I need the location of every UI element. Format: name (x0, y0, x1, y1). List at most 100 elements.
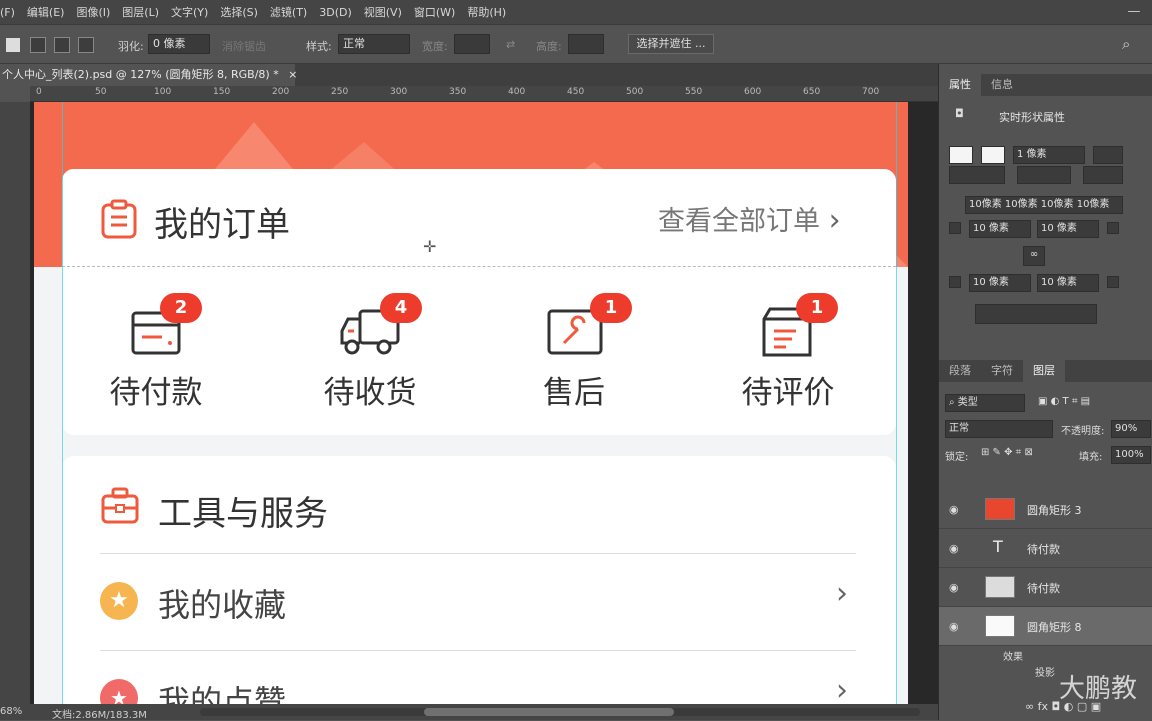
new-selection-icon[interactable] (6, 38, 20, 52)
radius-input-2[interactable]: 10 像素 (1037, 220, 1099, 238)
order-card: 我的订单 查看全部订单 › 2 4 1 1 待付款 待收货 售后 待评价 (62, 169, 896, 435)
layer-name[interactable]: 待付款 (1027, 580, 1060, 596)
radius-input-3[interactable]: 10 像素 (969, 274, 1031, 292)
corner-checkbox[interactable] (949, 222, 961, 234)
link-icon[interactable]: ∞ (1023, 246, 1045, 266)
style-select[interactable]: 正常 (338, 34, 410, 54)
menu-window[interactable]: 窗口(W) (408, 4, 461, 20)
document-tab[interactable]: 个人中心_列表(2).psd @ 127% (圆角矩形 8, RGB/8) * … (0, 64, 297, 86)
ruler-tick-label: 250 (331, 87, 349, 97)
menu-layer[interactable]: 图层(L) (116, 4, 165, 20)
intersect-selection-icon[interactable] (78, 37, 94, 53)
list-item-likes[interactable]: ★ 我的点赞 › (62, 651, 896, 704)
ruler-tick-label: 350 (449, 87, 467, 97)
menu-filter[interactable]: 滤镜(T) (264, 4, 313, 20)
corners-select[interactable] (1083, 166, 1123, 184)
menu-select[interactable]: 选择(S) (214, 4, 264, 20)
ruler-tick-label: 600 (744, 87, 762, 97)
swap-icon[interactable]: ⇄ (506, 38, 515, 51)
corner-checkbox[interactable] (1107, 222, 1119, 234)
layer-row[interactable]: ◉ 待付款 (939, 568, 1152, 607)
tab-info[interactable]: 信息 (981, 74, 1023, 96)
top-ruler: 0 50 100 150 200 250 300 350 400 450 500 550 600 650 7… (30, 86, 938, 102)
stroke-style-select[interactable] (1093, 146, 1123, 164)
scrollbar-thumb[interactable] (424, 708, 674, 716)
like-icon: ★ (100, 679, 138, 704)
layer-name[interactable]: 待付款 (1027, 541, 1060, 557)
filter-icons[interactable]: ▣ ◐ T ⌗ ▤ (1035, 394, 1147, 412)
eye-icon[interactable]: ◉ (949, 620, 959, 633)
fill-input[interactable]: 100% (1111, 446, 1151, 464)
caps-select[interactable] (1017, 166, 1071, 184)
path-ops-buttons[interactable] (975, 304, 1097, 324)
minimize-icon[interactable]: — (1116, 0, 1152, 24)
tab-paragraph[interactable]: 段落 (939, 360, 981, 382)
tab-layers[interactable]: 图层 (1023, 360, 1065, 382)
view-all-orders-link[interactable]: 查看全部订单 › (658, 199, 841, 238)
select-and-mask-button[interactable]: 选择并遮住 ... (628, 34, 714, 54)
close-icon[interactable]: × (288, 68, 297, 81)
corner-checkbox[interactable] (1107, 276, 1119, 288)
eye-icon[interactable]: ◉ (949, 503, 959, 516)
feather-input[interactable]: 0 像素 (148, 34, 210, 54)
fill-color-swatch[interactable] (949, 146, 973, 164)
menu-3d[interactable]: 3D(D) (313, 6, 358, 19)
artboard[interactable]: 我的订单 查看全部订单 › 2 4 1 1 待付款 待收货 售后 待评价 工具与… (34, 102, 908, 704)
blend-mode-select[interactable]: 正常 (945, 420, 1053, 438)
opacity-input[interactable]: 90% (1111, 420, 1151, 438)
layer-actions-icons[interactable]: ∞ fx ◘ ◐ ▢ ▣ (1025, 700, 1101, 713)
layers-tabs: 段落 字符 图层 (939, 360, 1152, 382)
menu-file[interactable]: (F) (0, 6, 21, 19)
align-select[interactable] (949, 166, 1005, 184)
layer-row-selected[interactable]: ◉ 圆角矩形 8 (939, 607, 1152, 646)
list-item-favorites[interactable]: ★ 我的收藏 › (62, 554, 896, 650)
ruler-tick-label: 150 (213, 87, 231, 97)
menu-view[interactable]: 视图(V) (358, 4, 408, 20)
corner-checkbox[interactable] (949, 276, 961, 288)
layer-filter-select[interactable]: ⌕ 类型 (945, 394, 1025, 412)
menu-image[interactable]: 图像(I) (70, 4, 116, 20)
ruler-tick-label: 650 (803, 87, 821, 97)
tab-properties[interactable]: 属性 (939, 74, 981, 96)
move-cursor-icon: ✛ (423, 237, 437, 256)
horizontal-scrollbar[interactable] (200, 708, 920, 716)
width-label: 宽度: (422, 40, 448, 53)
menu-help[interactable]: 帮助(H) (461, 4, 512, 20)
badge-to-review: 1 (796, 293, 838, 323)
effects-label: 效果 (1003, 652, 1023, 663)
menu-type[interactable]: 文字(Y) (165, 4, 214, 20)
tab-character[interactable]: 字符 (981, 360, 1023, 382)
options-bar: 羽化: 0 像素 消除锯齿 样式: 正常 宽度: ⇄ 高度: 选择并遮住 ...… (0, 24, 1152, 64)
layer-name[interactable]: 圆角矩形 8 (1027, 619, 1082, 635)
stroke-color-swatch[interactable] (981, 146, 1005, 164)
eye-icon[interactable]: ◉ (949, 542, 959, 555)
add-selection-icon[interactable] (30, 37, 46, 53)
subtract-selection-icon[interactable] (54, 37, 70, 53)
layer-row[interactable]: ◉ T 待付款 (939, 529, 1152, 568)
star-icon: ★ (100, 582, 138, 620)
search-icon[interactable]: ⌕ (1122, 35, 1130, 53)
layer-name[interactable]: 圆角矩形 3 (1027, 502, 1082, 518)
lock-icons[interactable]: ⊞ ✎ ✥ ⌗ ⊠ (981, 447, 1033, 458)
radius-input-4[interactable]: 10 像素 (1037, 274, 1099, 292)
layer-row[interactable]: ◉ 圆角矩形 3 (939, 490, 1152, 529)
canvas-area[interactable]: 我的订单 查看全部订单 › 2 4 1 1 待付款 待收货 售后 待评价 工具与… (30, 102, 938, 704)
height-input[interactable] (568, 34, 604, 54)
radius-all-input[interactable]: 10像素 10像素 10像素 10像素 (965, 196, 1123, 214)
feather-label: 羽化: (118, 40, 144, 53)
shadow-label: 投影 (1035, 668, 1055, 679)
document-tab-title: 个人中心_列表(2).psd @ 127% (圆角矩形 8, RGB/8) * (2, 68, 279, 81)
zoom-level[interactable]: 68% (0, 706, 22, 717)
ruler-tick-label: 0 (36, 87, 42, 97)
guide-line (62, 102, 63, 704)
eye-icon[interactable]: ◉ (949, 581, 959, 594)
stroke-width-input[interactable]: 1 像素 (1013, 146, 1085, 164)
ruler-tick-label: 450 (567, 87, 585, 97)
radius-input-1[interactable]: 10 像素 (969, 220, 1031, 238)
list-item-label: 我的点赞 (158, 683, 287, 704)
width-input[interactable] (454, 34, 490, 54)
clipboard-icon (101, 199, 137, 239)
layer-thumbnail (985, 615, 1015, 637)
menu-edit[interactable]: 编辑(E) (21, 4, 71, 20)
antialias-checkbox-label[interactable]: 消除锯齿 (222, 38, 266, 54)
